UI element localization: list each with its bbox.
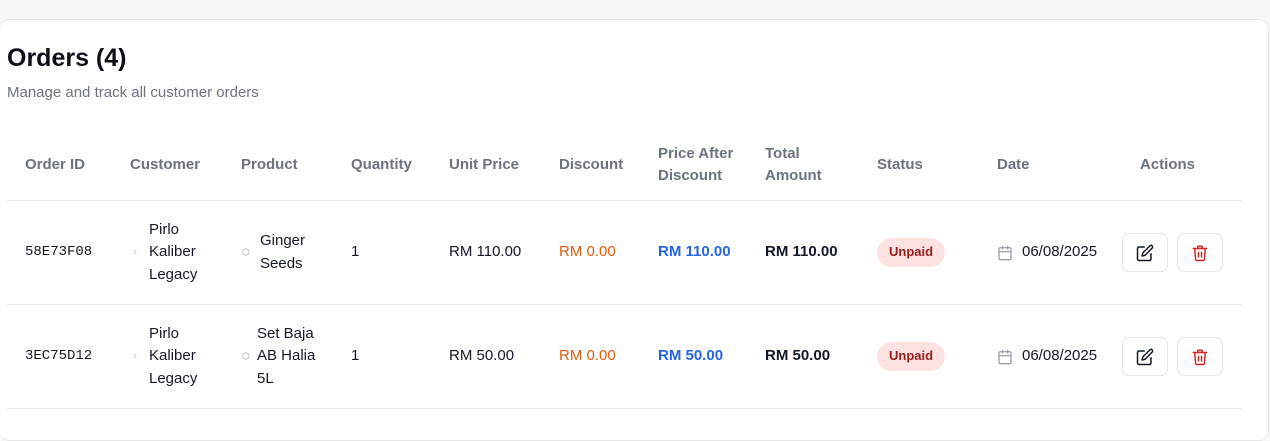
customer-name: Pirlo Kaliber Legacy	[149, 220, 198, 283]
page-title: Orders (4)	[7, 44, 127, 72]
user-icon: ♀	[131, 351, 139, 361]
status-cell: Unpaid	[859, 304, 979, 409]
customer-name: Pirlo Kaliber Legacy	[149, 324, 198, 387]
discount-cell: RM 0.00	[541, 200, 640, 305]
quantity-cell: 1	[333, 304, 431, 409]
edit-icon	[1136, 348, 1154, 365]
date-cell: 06/08/2025	[979, 304, 1122, 409]
date-value: 06/08/2025	[1022, 347, 1098, 365]
product-cell: ⬡ Ginger Seeds	[223, 200, 333, 305]
status-badge: Unpaid	[877, 342, 946, 371]
delete-button[interactable]	[1177, 233, 1223, 272]
table-row[interactable]: 3EC75D12 ♀ Pirlo Kaliber Legacy ⬡ Set Ba…	[7, 304, 1242, 409]
product-cell: ⬡ Set Baja AB Halia 5L	[223, 304, 333, 409]
table-header-row: Order ID Customer Product Quantity Unit …	[7, 130, 1242, 201]
column-header-price-after-discount[interactable]: Price After Discount	[640, 130, 747, 201]
package-icon: ⬡	[242, 247, 250, 257]
column-header-order-id[interactable]: Order ID	[7, 130, 112, 201]
price-after-discount-cell: RM 50.00	[640, 304, 747, 409]
calendar-icon	[998, 349, 1012, 364]
edit-button[interactable]	[1122, 337, 1168, 376]
order-id-cell: 3EC75D12	[7, 304, 112, 409]
column-header-date[interactable]: Date	[979, 130, 1122, 201]
actions-cell	[1122, 304, 1242, 409]
date-value: 06/08/2025	[1022, 243, 1098, 261]
delete-button[interactable]	[1177, 337, 1223, 376]
customer-cell: ♀ Pirlo Kaliber Legacy	[112, 200, 223, 305]
orders-table: Order ID Customer Product Quantity Unit …	[7, 130, 1242, 409]
table-row[interactable]: 58E73F08 ♀ Pirlo Kaliber Legacy ⬡ Ginger…	[7, 200, 1242, 305]
product-name: Ginger Seeds	[260, 232, 306, 272]
total-amount-cell: RM 50.00	[747, 304, 859, 409]
order-id-cell: 58E73F08	[7, 200, 112, 305]
column-header-quantity[interactable]: Quantity	[333, 130, 431, 201]
status-badge: Unpaid	[877, 238, 946, 267]
package-icon: ⬡	[242, 351, 250, 361]
user-icon: ♀	[131, 247, 139, 257]
price-after-discount-cell: RM 110.00	[640, 200, 747, 305]
column-header-actions: Actions	[1122, 130, 1242, 201]
product-name: Set Baja AB Halia 5L	[257, 324, 316, 387]
status-cell: Unpaid	[859, 200, 979, 305]
column-header-unit-price[interactable]: Unit Price	[431, 130, 541, 201]
discount-cell: RM 0.00	[541, 304, 640, 409]
actions-cell	[1122, 200, 1242, 305]
edit-button[interactable]	[1122, 233, 1168, 272]
trash-icon	[1192, 245, 1208, 261]
total-amount-cell: RM 110.00	[747, 200, 859, 305]
quantity-cell: 1	[333, 200, 431, 305]
unit-price-cell: RM 110.00	[431, 200, 541, 305]
column-header-discount[interactable]: Discount	[541, 130, 640, 201]
edit-icon	[1136, 244, 1154, 261]
calendar-icon	[998, 245, 1012, 260]
column-header-total-amount[interactable]: Total Amount	[747, 130, 859, 201]
unit-price-cell: RM 50.00	[431, 304, 541, 409]
column-header-customer[interactable]: Customer	[112, 130, 223, 201]
date-cell: 06/08/2025	[979, 200, 1122, 305]
column-header-product[interactable]: Product	[223, 130, 333, 201]
customer-cell: ♀ Pirlo Kaliber Legacy	[112, 304, 223, 409]
trash-icon	[1192, 349, 1208, 365]
column-header-status[interactable]: Status	[859, 130, 979, 201]
page-subtitle: Manage and track all customer orders	[7, 84, 259, 101]
